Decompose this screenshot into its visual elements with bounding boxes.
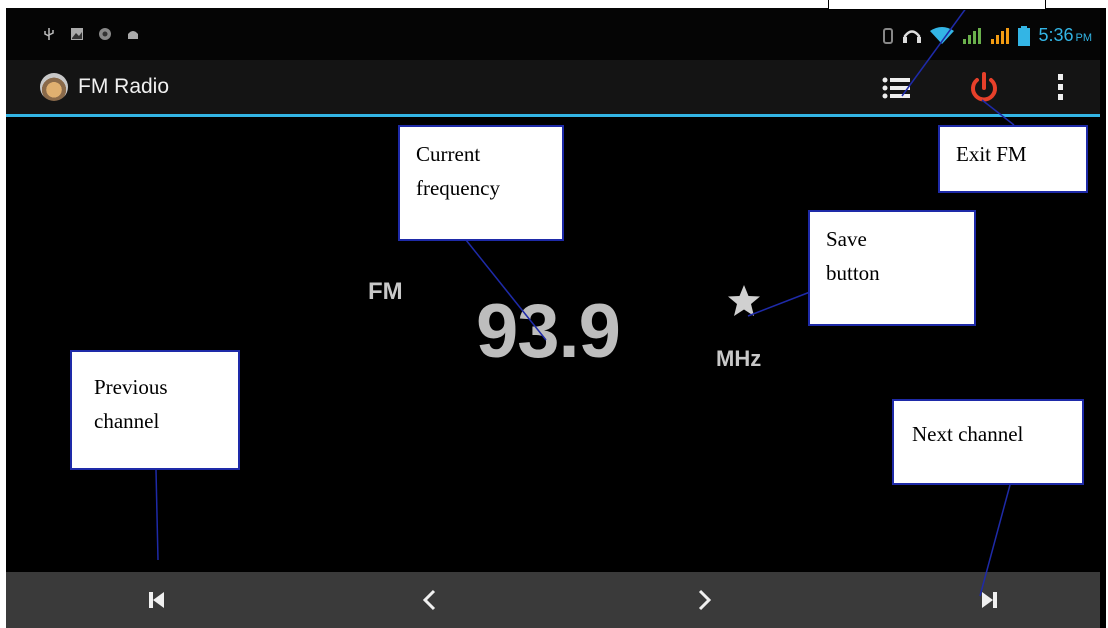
save-button-callout-text: Save button: [826, 227, 880, 285]
leader-line: [901, 0, 973, 97]
previous-channel-callout-text: Previous channel: [94, 375, 168, 433]
save-button-callout: Save button: [808, 210, 976, 326]
leader-line: [155, 469, 159, 561]
previous-channel-callout: Previous channel: [70, 350, 240, 470]
leader-line: [747, 291, 811, 317]
next-channel-callout: Next channel: [892, 399, 1084, 485]
leader-line: [979, 484, 1011, 597]
exit-fm-callout: Exit FM: [938, 125, 1088, 193]
screenshot-stage: 5:36 PM FM Radio FM 93.9 MHz Exit FM Cur…: [0, 0, 1108, 628]
leader-line: [981, 99, 1015, 126]
current-frequency-callout: Current frequency: [398, 125, 564, 241]
next-channel-callout-text: Next channel: [912, 422, 1024, 446]
current-frequency-callout-text: Current frequency: [416, 142, 500, 200]
leader-line: [465, 239, 547, 341]
exit-fm-callout-text: Exit FM: [956, 142, 1027, 166]
channel-list-callout: [828, 0, 1046, 10]
